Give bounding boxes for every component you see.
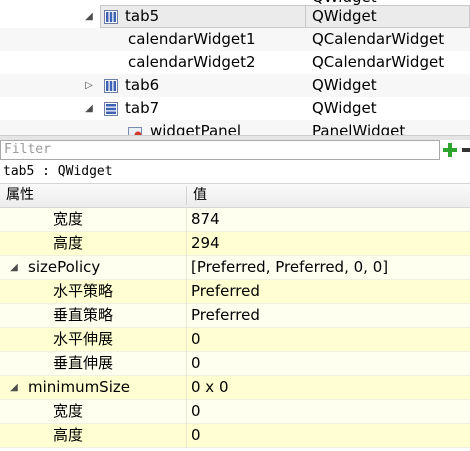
column-divider [186, 328, 187, 352]
property-name: 宽度 [53, 210, 84, 228]
column-divider [186, 352, 187, 376]
property-value[interactable]: Preferred [191, 280, 260, 303]
property-value[interactable]: 0 [191, 352, 201, 375]
object-inspector-tree[interactable]: QWidget ◢ tab5 QWidget calendarWidget1 Q… [0, 0, 470, 135]
tree-item-name: widgetPanel [150, 122, 242, 135]
property-value[interactable]: 294 [191, 232, 220, 255]
property-row[interactable]: 高度 0 [0, 424, 470, 448]
filter-placeholder: Filter [4, 142, 51, 157]
expand-arrow-icon[interactable]: ◢ [83, 5, 95, 28]
property-name: 高度 [53, 234, 84, 252]
header-divider[interactable] [186, 186, 187, 205]
tree-item-name: calendarWidget2 [128, 53, 256, 71]
tree-item-class: QWidget [312, 76, 377, 94]
tree-item-name: calendarWidget1 [128, 30, 256, 48]
column-divider [186, 424, 187, 448]
property-value[interactable]: 0 [191, 328, 201, 351]
property-name: 水平伸展 [53, 330, 114, 348]
property-table[interactable]: 宽度 874 高度 294 ◢ sizePolicy [Preferred, P… [0, 208, 470, 451]
tree-item-class: QWidget [312, 7, 377, 25]
column-divider [186, 304, 187, 328]
property-name: 高度 [53, 426, 84, 444]
property-row[interactable]: 宽度 874 [0, 208, 470, 232]
property-group-row[interactable]: ◢ sizePolicy [Preferred, Preferred, 0, 0… [0, 256, 470, 280]
collapse-arrow-icon[interactable]: ▷ [83, 74, 95, 97]
add-property-button[interactable] [441, 141, 459, 159]
property-value[interactable]: 0 [191, 424, 201, 447]
property-value[interactable]: 874 [191, 208, 220, 231]
property-value[interactable]: 0 [191, 400, 201, 423]
column-divider [186, 232, 187, 256]
tree-row[interactable]: ◢ tab7 QWidget [0, 97, 470, 120]
property-name: 垂直伸展 [53, 354, 114, 372]
property-name: 垂直策略 [53, 306, 114, 324]
tree-row[interactable]: ▷ tab6 QWidget [0, 74, 470, 97]
expand-arrow-icon[interactable]: ◢ [8, 376, 20, 399]
column-divider [186, 208, 187, 232]
columns-layout-icon [104, 10, 118, 24]
property-name: 水平策略 [53, 282, 114, 300]
tree-item-name: tab6 [125, 76, 160, 94]
property-row[interactable]: 水平策略 Preferred [0, 280, 470, 304]
tree-item-class: QCalendarWidget [312, 53, 445, 71]
property-value[interactable]: Preferred [191, 304, 260, 327]
property-row[interactable]: 宽度 0 [0, 400, 470, 424]
tree-row[interactable]: calendarWidget1 QCalendarWidget [0, 28, 470, 51]
header-value[interactable]: 值 [193, 184, 207, 207]
property-row[interactable]: 水平伸展 0 [0, 328, 470, 352]
columns-layout-icon [104, 79, 118, 93]
remove-property-button[interactable] [461, 141, 470, 159]
object-class-label: tab5 : QWidget [3, 164, 113, 179]
property-row[interactable]: 垂直策略 Preferred [0, 304, 470, 328]
tree-row[interactable]: widgetPanel PanelWidget [0, 120, 470, 135]
header-property[interactable]: 属性 [6, 184, 34, 207]
column-divider [186, 376, 187, 400]
tree-item-name: tab5 [125, 7, 160, 25]
property-name: 宽度 [53, 402, 84, 420]
tree-item-class: QWidget [312, 99, 377, 117]
column-divider [186, 256, 187, 280]
tree-item-class: QCalendarWidget [312, 30, 445, 48]
tree-item-class: PanelWidget [312, 122, 406, 135]
property-table-header: 属性 值 [0, 183, 470, 208]
property-value: 0 x 0 [191, 378, 229, 396]
expand-arrow-icon[interactable]: ◢ [83, 97, 95, 120]
property-group-row[interactable]: ◢ minimumSize 0 x 0 [0, 376, 470, 400]
tree-item-name: tab7 [125, 99, 160, 117]
property-row[interactable]: 垂直伸展 0 [0, 352, 470, 376]
expand-arrow-icon[interactable]: ◢ [8, 256, 20, 279]
property-row[interactable]: 高度 294 [0, 232, 470, 256]
widget-icon [128, 127, 142, 135]
rows-layout-icon [104, 102, 118, 116]
property-name: minimumSize [28, 378, 130, 396]
property-name: sizePolicy [28, 258, 101, 276]
tree-row[interactable]: calendarWidget2 QCalendarWidget [0, 51, 470, 74]
column-divider [186, 400, 187, 424]
column-divider [186, 280, 187, 304]
tree-row-selected[interactable]: ◢ tab5 QWidget [0, 5, 470, 28]
property-value: [Preferred, Preferred, 0, 0] [191, 258, 389, 276]
filter-input[interactable]: Filter [0, 140, 440, 160]
